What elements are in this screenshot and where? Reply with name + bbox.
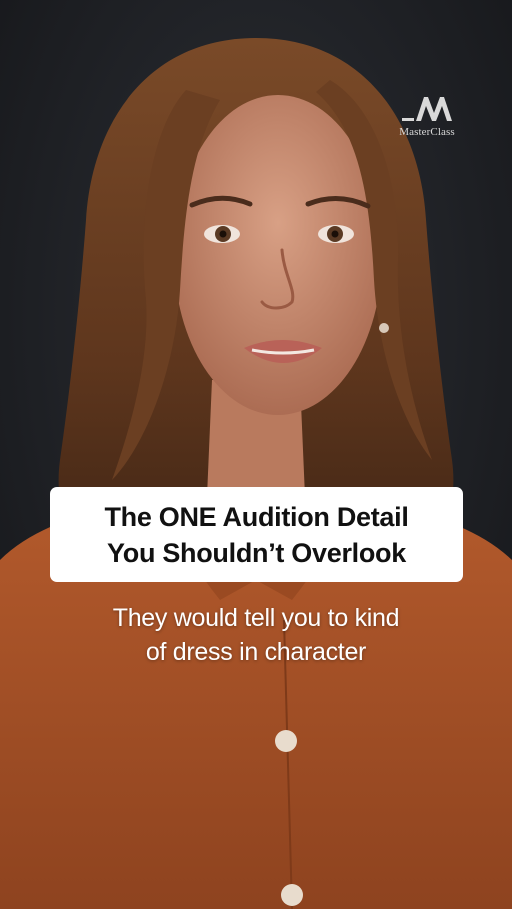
pupil-left	[219, 230, 227, 238]
masterclass-logo: MasterClass	[392, 94, 462, 150]
caption-line-2: of dress in character	[145, 638, 367, 666]
title-line-2: You Shouldn’t Overlook	[107, 537, 406, 568]
brand-name: MasterClass	[399, 126, 455, 138]
earring	[379, 323, 389, 333]
caption-line-1: They would tell you to kind	[112, 604, 400, 632]
shirt-button-2	[281, 884, 303, 906]
face	[174, 95, 382, 415]
title-card: The ONE Audition Detail You Shouldn’t Ov…	[50, 487, 463, 582]
pupil-right	[331, 230, 339, 238]
shirt-button-1	[275, 730, 297, 752]
title-line-1: The ONE Audition Detail	[104, 501, 409, 532]
subtitle-caption: They would tell you to kind of dress in …	[0, 601, 512, 669]
masterclass-m-icon	[402, 97, 452, 121]
